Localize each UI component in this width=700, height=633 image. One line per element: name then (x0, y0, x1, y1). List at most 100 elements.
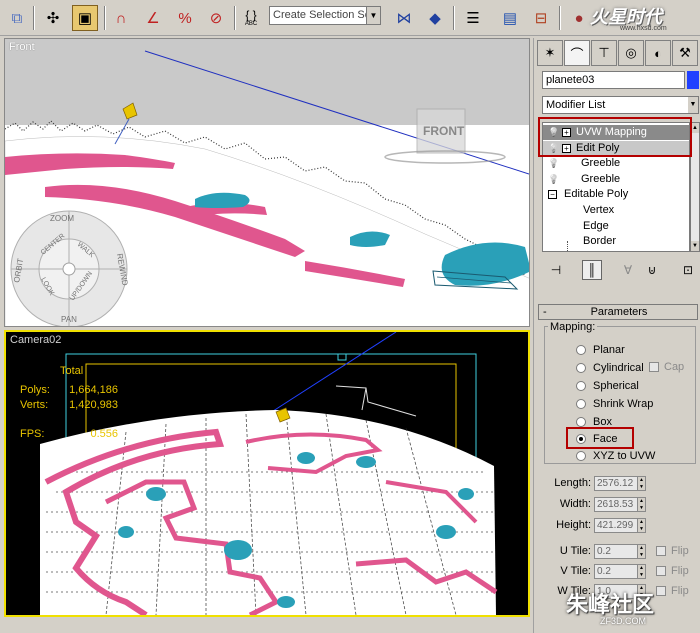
toolbar-separator (104, 6, 106, 30)
edit-named-selection-icon[interactable]: { } ABC (238, 5, 264, 31)
remove-modifier-icon[interactable]: ⊍ (642, 260, 662, 280)
front-viewport[interactable]: FRONT ZOOM ORBIT REWIND PAN CENTER WALK … (4, 38, 530, 327)
cap-label: Cap (664, 361, 685, 373)
utilities-tab-icon[interactable]: ⚒ (672, 40, 698, 66)
snap-toggle-icon[interactable]: ∩ (108, 5, 134, 31)
mapping-option-spherical[interactable]: Spherical (576, 378, 639, 394)
spinner-arrows-icon[interactable]: ▲ ▼ (638, 543, 646, 559)
curve-editor-icon[interactable]: ▤ (497, 5, 523, 31)
angle-snap-icon[interactable]: ∠ (140, 5, 166, 31)
stats-fps-label: FPS: (20, 428, 45, 440)
max-app-window: ⧉ ✣ ▣ ∩ ∠ % ⊘ { } ABC Create Selection Se… (0, 0, 700, 633)
named-selection-set-dropdown[interactable]: Create Selection Set ▼ (269, 6, 381, 25)
v-flip-box[interactable] (656, 566, 666, 576)
configure-modifier-sets-icon[interactable]: ⊡ (678, 260, 698, 280)
select-and-scale-icon[interactable]: ▣ (72, 5, 98, 31)
chevron-down-icon[interactable]: ▼ (366, 7, 380, 24)
tree-line (567, 241, 568, 251)
collapse-icon[interactable]: − (548, 190, 557, 200)
height-spinner[interactable]: Height: 421.299 ▲ ▼ (544, 517, 646, 533)
u-flip-box[interactable] (656, 546, 666, 556)
mapping-option-xyz-to-uvw[interactable]: XYZ to UVW (576, 448, 655, 464)
lightbulb-icon[interactable]: 💡 (548, 156, 559, 171)
mirror-icon[interactable]: ⋈ (391, 5, 417, 31)
width-field[interactable]: 2618.53 (594, 496, 638, 512)
cap-checkbox[interactable]: Cap (649, 361, 684, 373)
viewport-statistics: Total Polys: 1,664,186 Verts: 1,420,983 FP… (20, 364, 118, 442)
scroll-down-icon[interactable]: ▼ (691, 241, 699, 251)
create-tab-icon[interactable]: ✶ (537, 40, 563, 66)
align-icon[interactable]: ◆ (422, 5, 448, 31)
camera-viewport[interactable]: Camera02 Total Polys: 1,664,186 Verts: 1,4… (4, 330, 530, 617)
front-viewport-label[interactable]: Front (9, 41, 35, 53)
radio-button[interactable] (576, 363, 586, 373)
schematic-view-icon[interactable]: ⊟ (528, 5, 554, 31)
spinner-arrows-icon[interactable]: ▲ ▼ (638, 563, 646, 579)
spinner-arrows-icon[interactable]: ▲ ▼ (638, 496, 646, 512)
radio-button[interactable] (576, 417, 586, 427)
length-spinner[interactable]: Length: 2576.12 ▲ ▼ (544, 475, 646, 491)
u-tile-spinner[interactable]: U Tile: 0.2 ▲ ▼ Flip (544, 543, 689, 559)
hxsd-logo-url: www.hxsd.com (620, 25, 667, 32)
mapping-option-planar[interactable]: Planar (576, 342, 625, 358)
select-and-move-icon[interactable]: ✣ (40, 5, 66, 31)
show-end-result-icon[interactable]: ║ (582, 260, 602, 280)
spinner-arrows-icon[interactable]: ▲ ▼ (638, 475, 646, 491)
modifier-stack-item[interactable]: − Editable Poly (543, 187, 689, 202)
modifier-stack-item[interactable]: Border (543, 234, 689, 249)
radio-button[interactable] (576, 381, 586, 391)
pin-stack-icon[interactable]: ⊣ (546, 260, 566, 280)
v-flip-checkbox[interactable]: Flip (656, 565, 689, 577)
u-tile-field[interactable]: 0.2 (594, 543, 638, 559)
mapping-option-label: XYZ to UVW (593, 450, 656, 462)
stats-total-header: Total (60, 365, 84, 377)
camera-viewport-label[interactable]: Camera02 (10, 334, 61, 346)
radio-button[interactable] (576, 451, 586, 461)
mapping-option-shrink-wrap[interactable]: Shrink Wrap (576, 396, 653, 412)
width-spinner[interactable]: Width: 2618.53 ▲ ▼ (544, 496, 646, 512)
modifier-stack-item[interactable]: 💡 Greeble (543, 172, 689, 187)
parameters-rollout-header[interactable]: - Parameters (538, 304, 698, 320)
spinner-arrows-icon[interactable]: ▲ ▼ (638, 517, 646, 533)
length-field[interactable]: 2576.12 (594, 475, 638, 491)
modifier-stack-item[interactable]: 💡 Greeble (543, 156, 689, 171)
spinner-snap-icon[interactable]: ⊘ (203, 5, 229, 31)
make-unique-icon[interactable]: ∀ (618, 260, 638, 280)
modifier-stack-item-label: Editable Poly (564, 188, 629, 201)
percent-snap-icon[interactable]: % (172, 5, 198, 31)
toolbar-separator (453, 6, 455, 30)
stats-polys-label: Polys: (20, 384, 50, 396)
modifier-stack-item[interactable]: Edge (543, 219, 689, 234)
u-flip-checkbox[interactable]: Flip (656, 545, 689, 557)
stats-fps-value: 0.556 (90, 428, 118, 440)
chevron-down-icon[interactable]: ▼ (688, 97, 698, 113)
mapping-option-label: Planar (593, 344, 625, 356)
motion-tab-icon[interactable]: ◎ (618, 40, 644, 66)
object-color-swatch[interactable] (687, 71, 699, 89)
rollout-title: Parameters (590, 306, 648, 318)
radio-button[interactable] (576, 399, 586, 409)
radio-button[interactable] (576, 345, 586, 355)
hierarchy-tab-icon[interactable]: ⊤ (591, 40, 617, 66)
display-tab-icon[interactable]: ◐ (645, 40, 671, 66)
object-name-field[interactable]: planete03 (542, 71, 685, 89)
stats-verts-value: 1,420,983 (69, 399, 118, 411)
height-field[interactable]: 421.299 (594, 517, 638, 533)
v-flip-label: Flip (671, 565, 689, 577)
modifier-list-dropdown[interactable]: Modifier List ▼ (542, 96, 699, 114)
scroll-up-icon[interactable]: ▲ (691, 123, 699, 133)
v-tile-field[interactable]: 0.2 (594, 563, 638, 579)
cap-checkbox-box[interactable] (649, 362, 659, 372)
mapping-option-cylindrical[interactable]: Cylindrical (576, 360, 644, 376)
viewcube-front-label: FRONT (423, 124, 465, 138)
v-tile-spinner[interactable]: V Tile: 0.2 ▲ ▼ Flip (544, 563, 689, 579)
modifier-stack-item[interactable]: Vertex (543, 203, 689, 218)
bind-space-warp-icon[interactable]: ⧉ (4, 5, 30, 31)
modifier-stack-item-label: Greeble (581, 172, 621, 185)
mapping-group-label: Mapping: (548, 321, 598, 333)
lightbulb-icon[interactable]: 💡 (548, 172, 559, 187)
wheel-pan: PAN (61, 315, 77, 324)
modify-tab-icon[interactable]: ⌒ (564, 40, 590, 66)
material-editor-icon[interactable]: ● (566, 5, 592, 31)
layer-manager-icon[interactable]: ☰ (460, 5, 486, 31)
